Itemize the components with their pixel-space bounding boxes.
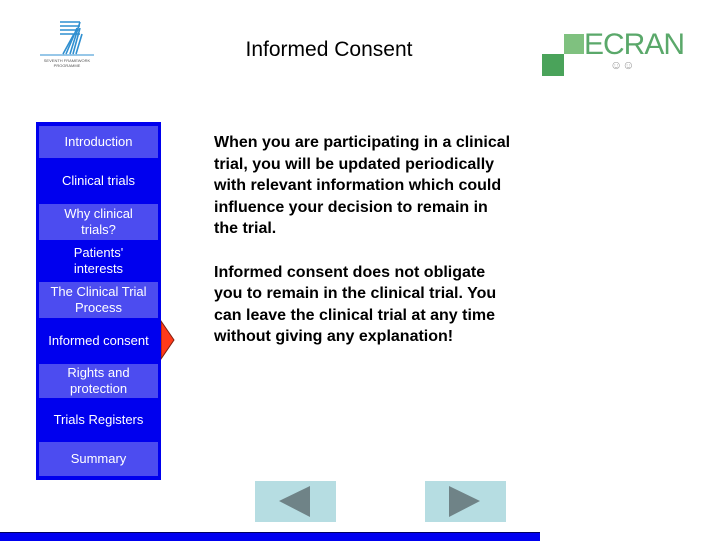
ecran-square-icon <box>542 54 564 76</box>
previous-button[interactable] <box>255 481 336 522</box>
sidebar-item-clinical-trial-process[interactable]: The Clinical Trial Process <box>39 282 158 318</box>
sidebar-item-patients-interests[interactable]: Patients' interests <box>39 240 158 282</box>
sidebar-nav: Introduction Clinical trials Why clinica… <box>36 122 161 480</box>
content-text: When you are participating in a clinical… <box>214 132 514 370</box>
sidebar-item-why-clinical-trials[interactable]: Why clinical trials? <box>39 204 158 240</box>
people-icon: ☺☺ <box>610 58 635 72</box>
content-paragraph: When you are participating in a clinical… <box>214 134 511 237</box>
ecran-logo: ECRAN ☺☺ <box>540 28 685 78</box>
sidebar-item-trials-registers[interactable]: Trials Registers <box>39 398 158 442</box>
active-item-pointer-icon <box>161 320 175 360</box>
sidebar-item-informed-consent[interactable]: Informed consent <box>39 318 158 364</box>
triangle-left-icon <box>279 486 310 517</box>
ecran-square-icon <box>564 34 584 54</box>
sidebar-item-introduction[interactable]: Introduction <box>39 126 158 158</box>
sidebar-item-rights-and-protection[interactable]: Rights and protection <box>39 364 158 398</box>
svg-text:PROGRAMME: PROGRAMME <box>54 63 81 68</box>
sidebar-item-clinical-trials[interactable]: Clinical trials <box>39 158 158 204</box>
triangle-right-icon <box>449 486 480 517</box>
sidebar-item-summary[interactable]: Summary <box>39 442 158 476</box>
content-paragraph: Informed consent does not obligate you t… <box>214 263 497 346</box>
ecran-logo-text: ECRAN <box>584 28 685 61</box>
next-button[interactable] <box>425 481 506 522</box>
